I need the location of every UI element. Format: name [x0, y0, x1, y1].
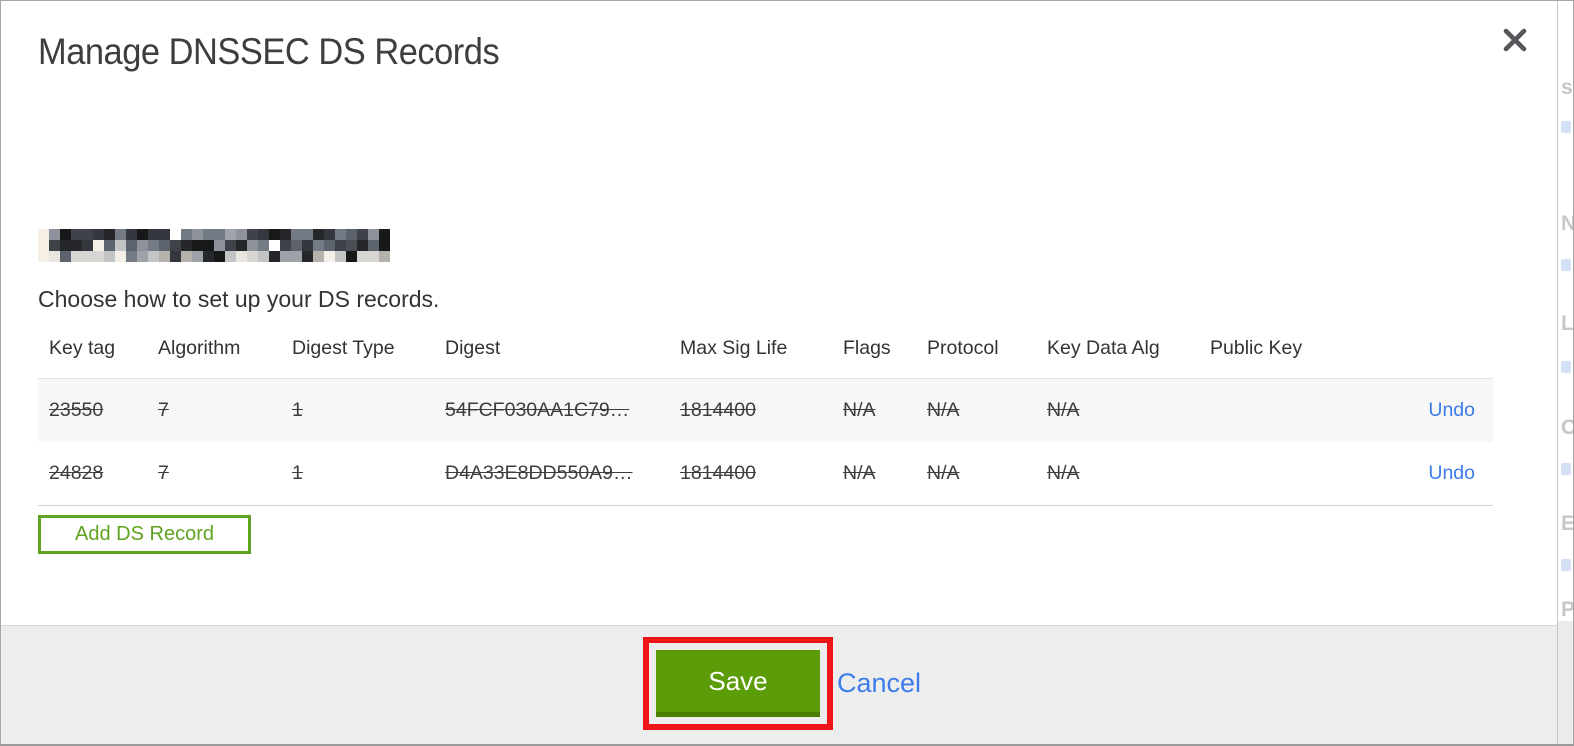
cancel-link[interactable]: Cancel [837, 668, 921, 699]
table-header-row: Key tag Algorithm Digest Type Digest Max… [38, 333, 1493, 378]
undo-link[interactable]: Undo [1428, 462, 1475, 484]
save-button[interactable]: Save [656, 650, 820, 717]
cell-digest-type: 1 [292, 462, 303, 484]
cell-flags: N/A [843, 462, 876, 484]
cell-key-tag: 24828 [49, 462, 104, 484]
cell-digest: D4A33E8DD550A9… [445, 462, 633, 484]
table-row: 24828 7 1 D4A33E8DD550A9… 1814400 N/A N/… [38, 442, 1493, 505]
header-key-tag: Key tag [49, 337, 116, 359]
background-page-strip: s N L C E P [1557, 1, 1573, 744]
background-text-fragment: L [1561, 312, 1573, 335]
cell-protocol: N/A [927, 462, 960, 484]
page-title: Manage DNSSEC DS Records [38, 31, 500, 72]
cell-max-sig-life: 1814400 [680, 399, 756, 421]
dnssec-modal: Manage DNSSEC DS Records Choose how to s… [1, 1, 1557, 744]
undo-link[interactable]: Undo [1428, 399, 1475, 421]
ds-records-table: Key tag Algorithm Digest Type Digest Max… [38, 333, 1493, 506]
add-ds-record-button[interactable]: Add DS Record [38, 515, 251, 554]
cell-algorithm: 7 [158, 399, 169, 421]
background-page-footer [1558, 621, 1573, 744]
table-row: 23550 7 1 54FCF030AA1C79… 1814400 N/A N/… [38, 379, 1493, 442]
background-link-fragment [1561, 559, 1571, 571]
background-link-fragment [1561, 361, 1571, 373]
cell-algorithm: 7 [158, 462, 169, 484]
table-body: 23550 7 1 54FCF030AA1C79… 1814400 N/A N/… [38, 378, 1493, 506]
background-text-fragment: E [1561, 513, 1573, 534]
redacted-domain [38, 229, 390, 262]
background-link-fragment [1561, 463, 1571, 475]
background-text-fragment: P [1561, 599, 1573, 620]
cell-key-data-alg: N/A [1047, 462, 1080, 484]
close-icon [1502, 28, 1528, 56]
screenshot-frame: s N L C E P Manage DNSSEC DS Records Cho… [0, 0, 1574, 746]
cell-digest-type: 1 [292, 399, 303, 421]
annotation-highlight: Save [643, 637, 833, 730]
cell-digest: 54FCF030AA1C79… [445, 399, 630, 421]
background-link-fragment [1561, 259, 1571, 271]
background-link-fragment [1561, 121, 1571, 133]
background-text-fragment: s [1561, 76, 1573, 99]
header-public-key: Public Key [1210, 337, 1303, 359]
background-text-fragment: N [1561, 213, 1573, 234]
cell-protocol: N/A [927, 399, 960, 421]
header-digest: Digest [445, 337, 501, 359]
cell-key-tag: 23550 [49, 399, 104, 421]
instruction-text: Choose how to set up your DS records. [38, 286, 440, 312]
close-button[interactable] [1499, 25, 1531, 57]
header-max-sig-life: Max Sig Life [680, 337, 788, 359]
header-digest-type: Digest Type [292, 337, 395, 359]
header-protocol: Protocol [927, 337, 999, 359]
header-algorithm: Algorithm [158, 337, 241, 359]
background-text-fragment: C [1561, 417, 1573, 438]
header-key-data-alg: Key Data Alg [1047, 337, 1160, 359]
modal-footer: Save Cancel [1, 625, 1557, 744]
cell-flags: N/A [843, 399, 876, 421]
header-flags: Flags [843, 337, 891, 359]
cell-max-sig-life: 1814400 [680, 462, 756, 484]
cell-key-data-alg: N/A [1047, 399, 1080, 421]
